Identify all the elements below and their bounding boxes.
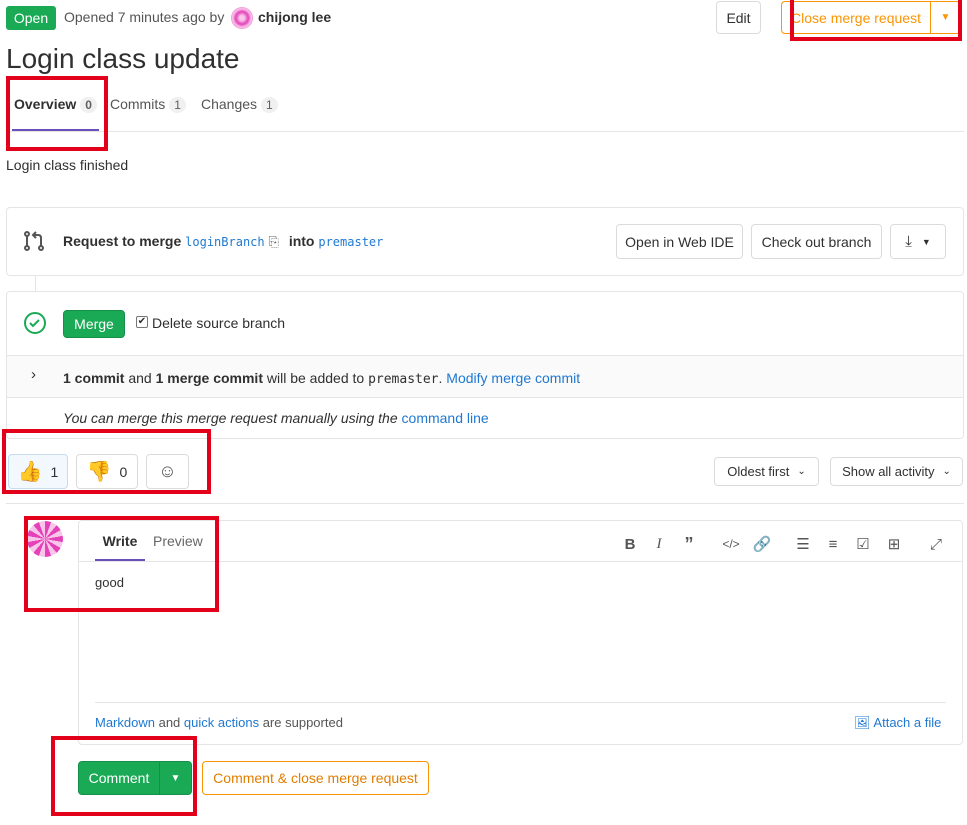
activity-filter-dropdown[interactable]: Show all activity ⌄ — [830, 457, 963, 486]
activity-divider — [6, 503, 964, 504]
tab-changes-label: Changes — [201, 96, 258, 112]
fullscreen-icon[interactable]: ⤢ — [926, 534, 946, 554]
chevron-down-icon: ⌄ — [797, 466, 806, 477]
author-avatar[interactable] — [231, 7, 253, 29]
check-out-branch-button[interactable]: Check out branch — [751, 224, 882, 259]
attach-file-button[interactable]: 🖼 Attach a file — [854, 715, 941, 731]
tab-commits-count: 1 — [169, 97, 186, 113]
add-reaction-button[interactable]: ☺ — [146, 454, 189, 489]
mr-description: Login class finished — [6, 157, 129, 173]
code-icon[interactable]: </> — [721, 534, 741, 554]
sort-label: Oldest first — [727, 464, 790, 479]
thumbs-up-icon: 👍 — [17, 461, 43, 483]
bullet-list-icon[interactable]: ☰ — [793, 534, 813, 554]
editor-tab-divider — [79, 561, 962, 562]
status-badge: Open — [6, 6, 56, 30]
download-dropdown-button[interactable]: ⤓ ▼ — [890, 224, 946, 259]
opened-text: Opened 7 minutes ago by — [64, 9, 225, 25]
thumbs-down-count: 0 — [119, 463, 128, 480]
image-icon: 🖼 — [854, 715, 871, 730]
page-title: Login class update — [6, 43, 240, 74]
thumbs-up-count: 1 — [50, 463, 59, 480]
manual-merge-text: You can merge this merge request manuall… — [63, 410, 489, 426]
period: . — [438, 370, 443, 386]
tab-overview-count: 0 — [80, 97, 97, 113]
close-dropdown-toggle[interactable]: ▼ — [930, 1, 961, 34]
manual-merge-hint: You can merge this merge request manuall… — [63, 410, 398, 426]
preview-tab[interactable]: Preview — [153, 533, 203, 549]
tabs-divider — [6, 131, 964, 132]
commit-count: 1 commit — [63, 370, 125, 386]
tab-changes-count: 1 — [261, 97, 278, 113]
merge-button[interactable]: Merge — [63, 310, 125, 338]
chevron-down-icon: ▼ — [921, 236, 931, 247]
link-icon[interactable]: 🔗 — [752, 534, 772, 554]
italic-icon[interactable]: I — [649, 534, 669, 554]
and-text: and — [128, 370, 152, 386]
check-circle-icon — [23, 311, 47, 335]
tab-changes[interactable]: Changes 1 — [201, 96, 278, 113]
write-tab[interactable]: Write — [95, 533, 145, 561]
attach-file-label: Attach a file — [873, 715, 942, 730]
activity-filter-label: Show all activity — [842, 464, 935, 479]
modify-merge-commit-link[interactable]: Modify merge commit — [446, 370, 580, 386]
author-name[interactable]: chijong lee — [258, 9, 331, 25]
tab-overview[interactable]: Overview 0 — [12, 96, 99, 131]
edit-button[interactable]: Edit — [716, 1, 761, 34]
chevron-down-icon: ▼ — [940, 12, 951, 23]
and-label: and — [158, 715, 181, 730]
merge-request-summary: Request to merge loginBranch ⎘ into prem… — [63, 233, 383, 250]
timeline-connector — [35, 276, 36, 292]
markdown-link[interactable]: Markdown — [95, 715, 155, 730]
copy-icon[interactable]: ⎘ — [269, 234, 279, 249]
chevron-down-icon: ⌄ — [942, 466, 951, 477]
bold-icon[interactable]: B — [620, 534, 640, 554]
comment-button[interactable]: Comment — [78, 761, 160, 795]
target-branch-name: premaster — [368, 372, 439, 387]
close-merge-request-button[interactable]: Close merge request — [781, 1, 931, 34]
close-merge-request-label: Close merge request — [791, 9, 921, 26]
user-avatar[interactable] — [27, 521, 63, 557]
download-icon: ⤓ — [905, 233, 912, 250]
numbered-list-icon[interactable]: ≡ — [823, 534, 843, 554]
delete-source-label: Delete source branch — [152, 315, 286, 331]
tab-overview-label: Overview — [14, 96, 77, 112]
sort-dropdown[interactable]: Oldest first ⌄ — [714, 457, 819, 486]
delete-source-checkbox[interactable]: ✔ — [136, 316, 148, 328]
source-branch[interactable]: loginBranch — [185, 235, 264, 249]
thumbs-down-icon: 👎 — [86, 461, 112, 483]
smiley-icon: ☺ — [158, 461, 177, 481]
chevron-down-icon: ▼ — [170, 772, 181, 784]
editor-footer-divider — [95, 702, 946, 703]
into-label: into — [288, 233, 315, 249]
added-to-text: will be added to — [266, 370, 365, 386]
task-list-icon[interactable]: ☑ — [853, 534, 873, 554]
merge-commit-count: 1 merge commit — [155, 370, 263, 386]
merge-prefix: Request to merge — [63, 233, 182, 249]
thumbs-down-button[interactable]: 👎 0 — [76, 454, 138, 489]
comment-dropdown-toggle[interactable]: ▼ — [159, 761, 192, 795]
chevron-right-icon[interactable]: › — [31, 366, 36, 383]
tab-commits[interactable]: Commits 1 — [110, 96, 186, 113]
command-line-link[interactable]: command line — [402, 410, 489, 426]
merge-widget-divider-2 — [7, 397, 963, 398]
supported-label: are supported — [262, 715, 343, 730]
comment-close-button[interactable]: Comment & close merge request — [202, 761, 429, 795]
open-web-ide-button[interactable]: Open in Web IDE — [616, 224, 743, 259]
quick-actions-link[interactable]: quick actions — [184, 715, 259, 730]
commit-info-text: 1 commit and 1 merge commit will be adde… — [63, 370, 580, 387]
quote-icon[interactable]: ” — [679, 534, 699, 554]
tab-commits-label: Commits — [110, 96, 166, 112]
target-branch[interactable]: premaster — [318, 235, 383, 249]
markdown-hint: Markdown and quick actions are supported — [95, 715, 343, 730]
merge-request-icon — [22, 229, 46, 253]
table-icon[interactable]: ⊞ — [884, 534, 904, 554]
comment-textarea[interactable]: good — [95, 575, 945, 700]
thumbs-up-button[interactable]: 👍 1 — [8, 454, 68, 489]
